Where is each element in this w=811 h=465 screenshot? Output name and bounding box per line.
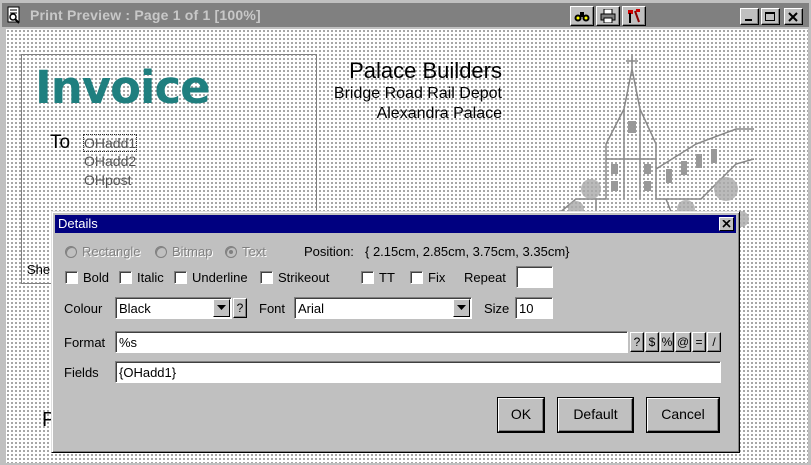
format-percent-button[interactable]: %	[660, 332, 674, 352]
format-equals-button[interactable]: =	[692, 332, 706, 352]
bold-label: Bold	[83, 270, 110, 285]
palace-building-image[interactable]	[536, 49, 754, 234]
underline-label: Underline	[192, 270, 248, 285]
format-label: Format	[64, 335, 106, 350]
close-button[interactable]	[784, 8, 803, 25]
to-label: To	[50, 132, 71, 153]
colour-label: Colour	[64, 301, 103, 316]
company-address-line-1[interactable]: Bridge Road Rail Depot	[334, 85, 502, 103]
binoculars-icon	[574, 12, 590, 22]
printer-icon	[600, 9, 616, 23]
print-preview-window: Print Preview : Page 1 of 1 [100%] Invoi…	[0, 0, 811, 465]
minimize-icon	[745, 19, 752, 21]
bold-checkbox[interactable]	[65, 271, 78, 284]
radio-rectangle-label: Rectangle	[82, 244, 141, 259]
position-value: { 2.15cm, 2.85cm, 3.75cm, 3.35cm}	[365, 244, 570, 259]
repeat-input[interactable]	[516, 266, 553, 288]
print-preview-app-icon	[7, 6, 20, 24]
ok-button[interactable]: OK	[498, 398, 544, 432]
colour-value: Black	[119, 301, 151, 316]
chevron-down-icon	[217, 305, 226, 310]
size-input[interactable]: 10	[515, 297, 553, 319]
radio-bitmap[interactable]	[155, 246, 167, 258]
format-slash-button[interactable]: /	[707, 332, 721, 352]
font-dropdown-button[interactable]	[453, 299, 470, 317]
close-icon	[788, 12, 798, 22]
fields-input[interactable]: {OHadd1}	[115, 361, 721, 383]
format-input[interactable]: %s	[115, 331, 628, 353]
radio-text[interactable]	[225, 246, 237, 258]
tools-icon	[628, 9, 640, 23]
maximize-button[interactable]	[761, 8, 780, 25]
format-currency-button[interactable]: $	[645, 332, 659, 352]
close-icon	[722, 220, 731, 228]
details-dialog: Details Rectangle Bitmap Text Position: …	[51, 211, 740, 453]
tt-checkbox[interactable]	[361, 271, 374, 284]
repeat-label: Repeat	[464, 270, 506, 285]
underline-checkbox[interactable]	[174, 271, 187, 284]
chevron-down-icon	[457, 305, 466, 310]
font-label: Font	[259, 301, 286, 316]
colour-help-button[interactable]: ?	[233, 298, 247, 318]
font-select[interactable]: Arial	[294, 297, 472, 319]
fields-label: Fields	[64, 365, 99, 380]
strikeout-label: Strikeout	[278, 270, 330, 285]
maximize-icon	[765, 12, 775, 21]
italic-checkbox[interactable]	[119, 271, 132, 284]
dialog-titlebar[interactable]: Details	[55, 215, 736, 233]
italic-label: Italic	[137, 270, 164, 285]
position-label: Position:	[304, 244, 354, 259]
address-line-2[interactable]: OHadd2	[84, 153, 136, 169]
company-address-line-2[interactable]: Alexandra Palace	[377, 105, 502, 123]
size-label: Size	[484, 301, 510, 316]
colour-select[interactable]: Black	[115, 297, 232, 319]
radio-bitmap-label: Bitmap	[172, 244, 213, 259]
fix-checkbox[interactable]	[410, 271, 423, 284]
tt-label: TT	[379, 270, 395, 285]
dialog-title: Details	[58, 216, 98, 231]
print-button[interactable]	[596, 6, 620, 26]
window-titlebar[interactable]: Print Preview : Page 1 of 1 [100%]	[2, 3, 809, 27]
format-at-button[interactable]: @	[675, 332, 691, 352]
partial-label[interactable]: She	[27, 262, 50, 277]
dialog-close-button[interactable]	[719, 217, 734, 231]
colour-dropdown-button[interactable]	[213, 299, 230, 317]
radio-text-label: Text	[242, 244, 266, 259]
company-name[interactable]: Palace Builders	[349, 58, 502, 84]
format-help-button[interactable]: ?	[630, 332, 644, 352]
invoice-title: Invoice	[35, 61, 211, 114]
address-line-3[interactable]: OHpost	[84, 172, 131, 188]
minimize-button[interactable]	[740, 8, 759, 25]
font-value: Arial	[298, 301, 325, 316]
address-line-1[interactable]: OHadd1	[82, 134, 138, 152]
window-title: Print Preview : Page 1 of 1 [100%]	[30, 7, 261, 23]
find-button[interactable]	[570, 6, 594, 26]
fix-label: Fix	[428, 270, 446, 285]
default-button[interactable]: Default	[558, 398, 633, 432]
cancel-button[interactable]: Cancel	[647, 398, 719, 432]
radio-rectangle[interactable]	[65, 246, 77, 258]
strikeout-checkbox[interactable]	[260, 271, 273, 284]
tools-button[interactable]	[622, 6, 646, 26]
